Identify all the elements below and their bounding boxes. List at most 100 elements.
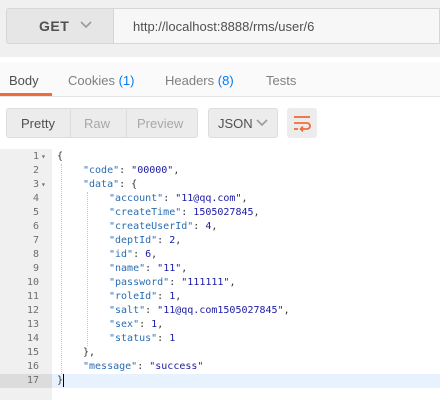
tab-headers[interactable]: Headers (8): [165, 73, 234, 88]
tab-tests[interactable]: Tests: [266, 73, 296, 88]
code-text: "deptId": 2,: [109, 235, 182, 246]
json-value: "success": [149, 361, 204, 372]
wrap-lines-button[interactable]: [287, 108, 317, 138]
indent-guide: [87, 192, 88, 346]
line-number: 12: [26, 305, 39, 316]
code-text: "id": 6,: [109, 249, 158, 260]
url-text: http://localhost:8888/rms/user/6: [133, 18, 315, 34]
json-key: "roleId": [109, 291, 158, 302]
pretty-button[interactable]: Pretty: [21, 116, 55, 131]
code-text: "status": 1: [109, 333, 176, 344]
line-number: 5: [32, 207, 39, 218]
code-line: 5 "createTime": 1505027845,: [0, 206, 440, 220]
format-label: JSON: [218, 116, 253, 131]
tab-count: (8): [217, 73, 234, 88]
tab-label: Cookies: [68, 73, 115, 88]
json-value: "11@qq.com1505027845": [157, 305, 284, 316]
line-number: 16: [26, 361, 39, 372]
code-line: 2 "code": "00000",: [0, 164, 440, 178]
json-key: "createTime": [109, 207, 182, 218]
code-text: "createTime": 1505027845,: [109, 207, 260, 218]
code-text: {: [57, 151, 64, 162]
chevron-down-icon: [80, 21, 92, 29]
code-line: 6 "createUserId": 4,: [0, 220, 440, 234]
line-number: 3: [32, 179, 39, 190]
json-value: {: [131, 179, 138, 190]
method-dropdown[interactable]: GET: [6, 8, 114, 44]
tab-label: Tests: [266, 73, 297, 88]
code-line: 11 "roleId": 1,: [0, 290, 440, 304]
tab-body[interactable]: Body: [9, 73, 39, 88]
preview-button[interactable]: Preview: [137, 116, 183, 131]
view-mode-group: Pretty Raw Preview: [6, 108, 198, 138]
code-text: "account": "11@qq.com",: [109, 193, 248, 204]
code-line: 1 ▾ {: [0, 150, 440, 164]
code-text: "name": "11",: [109, 263, 188, 274]
json-value: 1: [151, 319, 158, 330]
line-number: 9: [32, 263, 39, 274]
code-text: "message": "success": [83, 361, 204, 372]
fold-toggle-icon[interactable]: ▾: [41, 178, 46, 192]
json-value: "11": [157, 263, 182, 274]
json-key: "password": [109, 277, 170, 288]
json-value: 1: [169, 333, 176, 344]
code-line: 13 "sex": 1,: [0, 318, 440, 332]
tab-label: Body: [9, 73, 39, 88]
json-value: 6: [145, 249, 152, 260]
format-dropdown[interactable]: JSON: [208, 108, 278, 138]
json-value: "111111": [181, 277, 230, 288]
code-line: 12 "salt": "11@qq.com1505027845",: [0, 304, 440, 318]
code-line: 7 "deptId": 2,: [0, 234, 440, 248]
json-value: 2: [169, 235, 176, 246]
line-number: 17: [26, 375, 39, 386]
line-number: 15: [26, 347, 39, 358]
response-toolbar: Pretty Raw Preview JSON: [0, 104, 440, 142]
response-tabs: Body Cookies (1) Headers (8) Tests: [0, 62, 440, 97]
request-bar: GET http://localhost:8888/rms/user/6: [0, 0, 440, 57]
indent-guide: [61, 164, 62, 374]
code-text: "code": "00000",: [83, 165, 180, 176]
line-number: 10: [26, 277, 39, 288]
json-value: 4: [205, 221, 212, 232]
json-key: "account": [109, 193, 164, 204]
code-line: 15},: [0, 346, 440, 360]
json-value: 1505027845: [193, 207, 254, 218]
active-tab-indicator: [0, 93, 52, 96]
tab-count: (1): [118, 73, 135, 88]
response-body-editor[interactable]: 1 ▾{2 "code": "00000", 3 ▾ "data": {4 "account…: [0, 149, 440, 400]
code-text: "sex": 1,: [109, 319, 164, 330]
code-text: "roleId": 1,: [109, 291, 182, 302]
code-line: 14 "status": 1: [0, 332, 440, 346]
line-number: 6: [32, 221, 39, 232]
code-line: 10 "password": "111111",: [0, 276, 440, 290]
url-input[interactable]: http://localhost:8888/rms/user/6: [114, 8, 440, 44]
divider: [126, 109, 127, 137]
json-key: "name": [109, 263, 146, 274]
line-number: 1: [32, 151, 39, 162]
json-key: "createUserId": [109, 221, 194, 232]
code-line: 9 "name": "11",: [0, 262, 440, 276]
json-value: "11@qq.com": [175, 193, 242, 204]
raw-button[interactable]: Raw: [84, 116, 110, 131]
text-cursor: [63, 374, 64, 387]
code-text: "salt": "11@qq.com1505027845",: [109, 305, 290, 316]
line-number: 7: [32, 235, 39, 246]
json-key: "deptId": [109, 235, 158, 246]
code-text: "createUserId": 4,: [109, 221, 218, 232]
code-line: 4 "account": "11@qq.com",: [0, 192, 440, 206]
code-line: 16 "message": "success": [0, 360, 440, 374]
line-number: 13: [26, 319, 39, 330]
json-value: 1: [169, 291, 176, 302]
fold-toggle-icon[interactable]: ▾: [41, 150, 46, 164]
code-text: "data": {: [83, 179, 138, 190]
json-key: "data": [83, 179, 120, 190]
method-label: GET: [39, 18, 70, 34]
json-key: "id": [109, 249, 134, 260]
json-key: "salt": [109, 305, 146, 316]
json-key: "code": [83, 165, 120, 176]
code-line: 17}: [0, 374, 440, 388]
chevron-down-icon: [256, 119, 268, 127]
tab-cookies[interactable]: Cookies (1): [68, 73, 134, 88]
code-text: "password": "111111",: [109, 277, 236, 288]
code-line: 8 "id": 6,: [0, 248, 440, 262]
